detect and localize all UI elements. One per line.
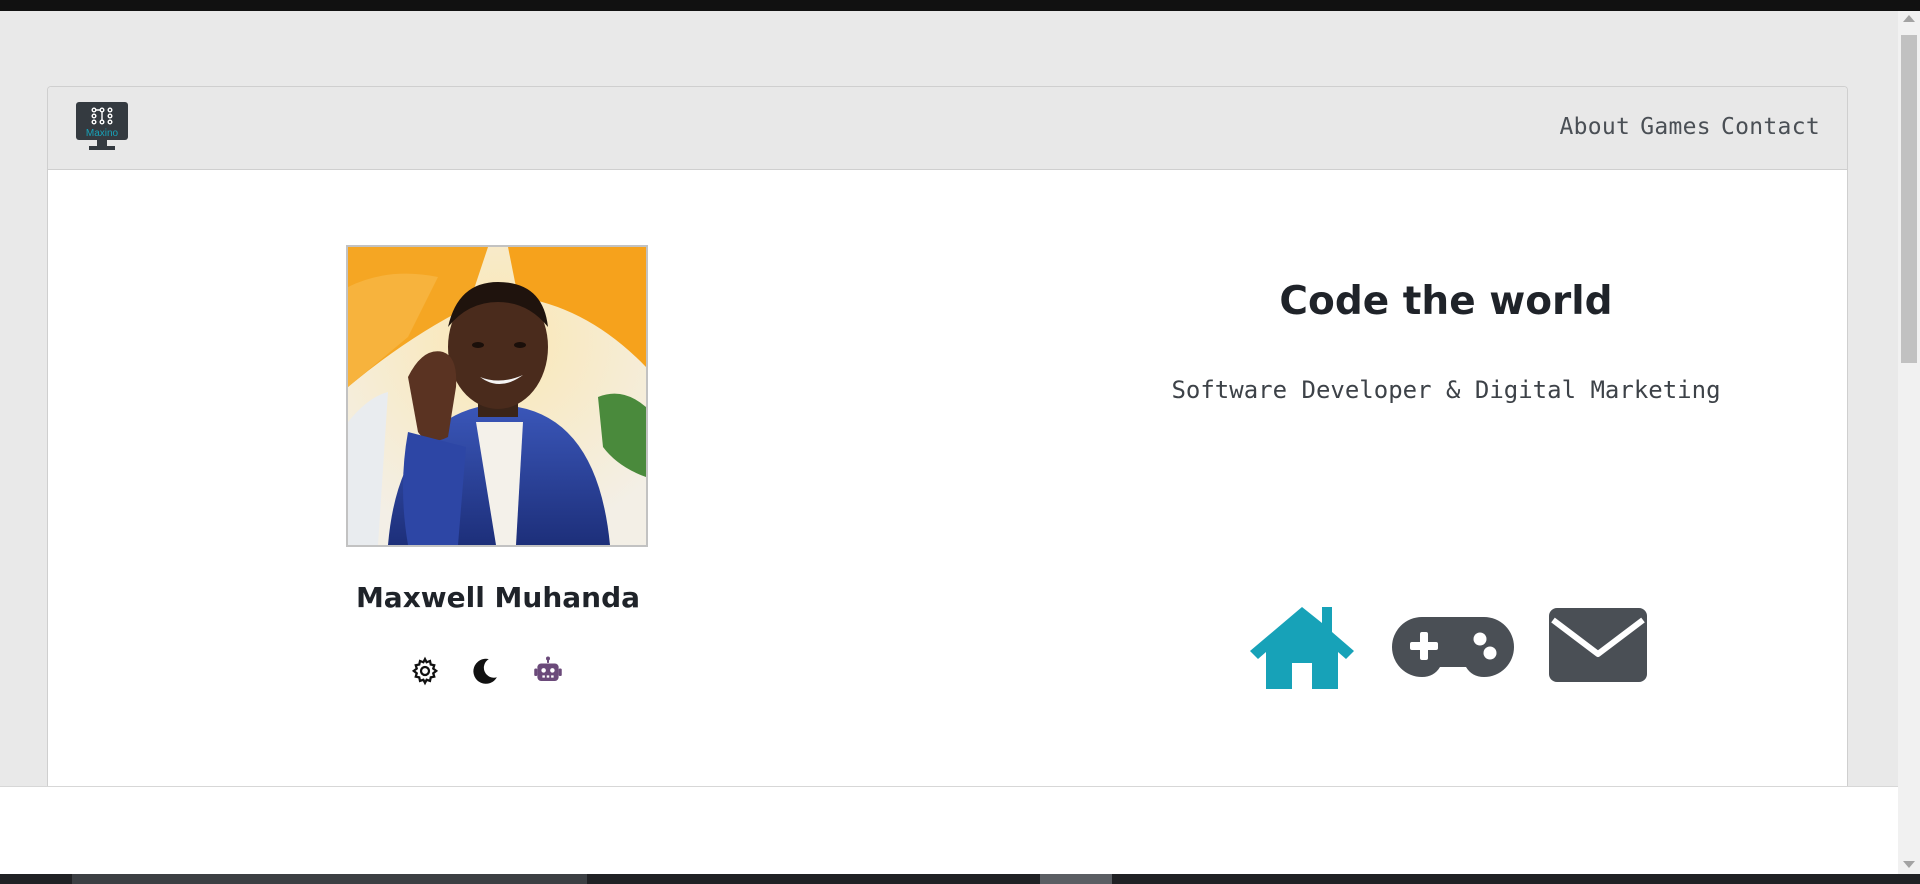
logo[interactable]: Maxino xyxy=(75,102,129,152)
browser-top-bar xyxy=(0,0,1920,11)
gear-icon[interactable] xyxy=(410,656,440,686)
envelope-icon[interactable] xyxy=(1549,608,1647,682)
logo-text: Maxino xyxy=(86,128,119,139)
nav-link-games[interactable]: Games xyxy=(1640,114,1711,140)
page-bottom-area xyxy=(0,786,1898,875)
navbar: Maxino About Games Contact xyxy=(48,87,1847,170)
nav-link-contact[interactable]: Contact xyxy=(1721,114,1820,140)
scroll-down-arrow-icon[interactable] xyxy=(1903,861,1915,868)
profile-photo xyxy=(346,245,648,547)
gamepad-icon[interactable] xyxy=(1392,613,1514,677)
theme-switcher xyxy=(408,656,608,686)
main-card: Maxino About Games Contact Maxwell Muhan… xyxy=(47,86,1848,787)
nav-links: About Games Contact xyxy=(1559,114,1820,140)
home-icon[interactable] xyxy=(1246,601,1358,689)
robot-icon[interactable] xyxy=(533,656,563,686)
taskbar-item[interactable] xyxy=(72,874,587,884)
vertical-scrollbar[interactable] xyxy=(1898,11,1920,874)
nav-link-about[interactable]: About xyxy=(1559,114,1630,140)
scroll-up-arrow-icon[interactable] xyxy=(1903,15,1915,22)
scrollbar-thumb[interactable] xyxy=(1901,35,1917,363)
profile-name: Maxwell Muhanda xyxy=(355,581,641,614)
taskbar-item[interactable] xyxy=(1040,874,1112,884)
moon-icon[interactable] xyxy=(470,656,500,686)
hero-subtitle: Software Developer & Digital Marketing xyxy=(1171,376,1721,404)
hero-title: Code the world xyxy=(1279,279,1613,324)
